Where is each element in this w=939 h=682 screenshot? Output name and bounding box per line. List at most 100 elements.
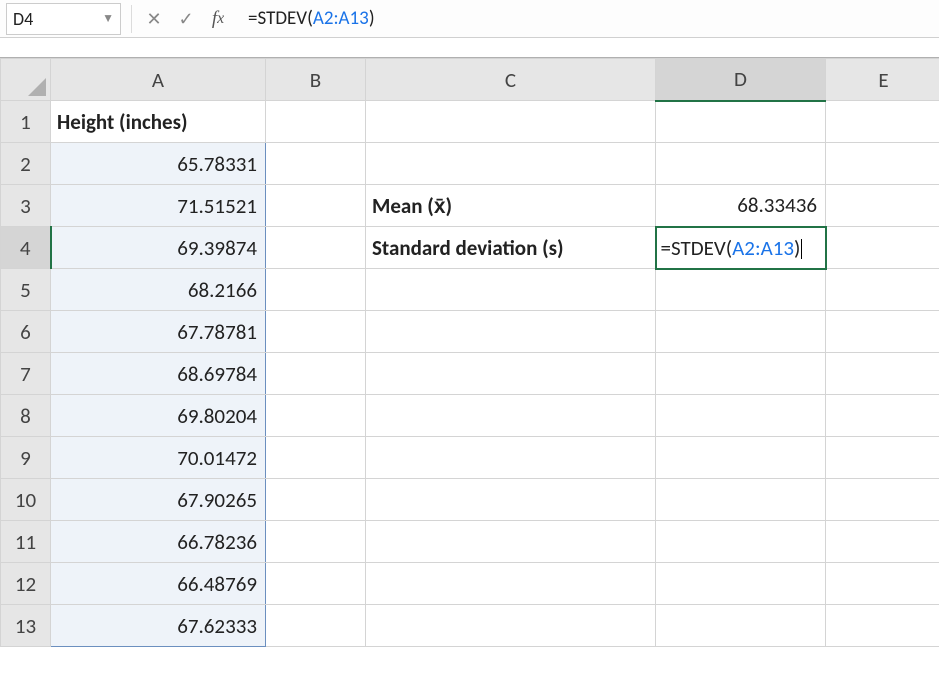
row-header-3[interactable]: 3 bbox=[1, 185, 51, 227]
cell-C11[interactable] bbox=[366, 521, 656, 563]
formula-text-prefix: =STDEV( bbox=[248, 7, 313, 30]
row-header-10[interactable]: 10 bbox=[1, 479, 51, 521]
cell-A9[interactable]: 70.01472 bbox=[51, 437, 266, 479]
cell-B10[interactable] bbox=[266, 479, 366, 521]
cell-D10[interactable] bbox=[656, 479, 826, 521]
col-header-D[interactable]: D bbox=[656, 59, 826, 101]
cell-D9[interactable] bbox=[656, 437, 826, 479]
name-box[interactable]: D4 ▼ bbox=[6, 3, 121, 35]
text-caret bbox=[801, 239, 802, 259]
d4-ref: A2:A13 bbox=[732, 235, 794, 261]
row-header-5[interactable]: 5 bbox=[1, 269, 51, 311]
cell-E1[interactable] bbox=[826, 101, 939, 143]
row-header-4[interactable]: 4 bbox=[1, 227, 51, 269]
cell-B8[interactable] bbox=[266, 395, 366, 437]
cell-A1[interactable]: Height (inches) bbox=[51, 101, 266, 143]
dropdown-arrow-icon[interactable]: ▼ bbox=[102, 11, 114, 26]
cell-E2[interactable] bbox=[826, 143, 939, 185]
cell-E12[interactable] bbox=[826, 563, 939, 605]
cell-B11[interactable] bbox=[266, 521, 366, 563]
cell-C3[interactable]: Mean (x̄) bbox=[366, 185, 656, 227]
cell-A3[interactable]: 71.51521 bbox=[51, 185, 266, 227]
formula-bar: D4 ▼ ✕ ✓ fx =STDEV(A2:A13) bbox=[0, 0, 939, 38]
cell-D7[interactable] bbox=[656, 353, 826, 395]
cancel-icon[interactable]: ✕ bbox=[138, 3, 170, 35]
cell-A13[interactable]: 67.62333 bbox=[51, 605, 266, 647]
spacer bbox=[0, 38, 939, 58]
cell-E7[interactable] bbox=[826, 353, 939, 395]
cell-D12[interactable] bbox=[656, 563, 826, 605]
cell-A8[interactable]: 69.80204 bbox=[51, 395, 266, 437]
cell-E8[interactable] bbox=[826, 395, 939, 437]
cell-E3[interactable] bbox=[826, 185, 939, 227]
cell-E6[interactable] bbox=[826, 311, 939, 353]
cell-A5[interactable]: 68.2166 bbox=[51, 269, 266, 311]
cell-B13[interactable] bbox=[266, 605, 366, 647]
cell-D6[interactable] bbox=[656, 311, 826, 353]
cell-D4[interactable]: =STDEV(A2:A13) bbox=[656, 227, 826, 269]
cell-D5[interactable] bbox=[656, 269, 826, 311]
cell-D1[interactable] bbox=[656, 101, 826, 143]
col-header-A[interactable]: A bbox=[51, 59, 266, 101]
col-header-B[interactable]: B bbox=[266, 59, 366, 101]
cell-A11[interactable]: 66.78236 bbox=[51, 521, 266, 563]
row-header-9[interactable]: 9 bbox=[1, 437, 51, 479]
formula-input[interactable]: =STDEV(A2:A13) bbox=[242, 3, 939, 35]
cell-C7[interactable] bbox=[366, 353, 656, 395]
cell-B7[interactable] bbox=[266, 353, 366, 395]
col-header-E[interactable]: E bbox=[826, 59, 939, 101]
row-header-6[interactable]: 6 bbox=[1, 311, 51, 353]
cell-E10[interactable] bbox=[826, 479, 939, 521]
col-header-C[interactable]: C bbox=[366, 59, 656, 101]
cell-C6[interactable] bbox=[366, 311, 656, 353]
row-header-13[interactable]: 13 bbox=[1, 605, 51, 647]
cell-B9[interactable] bbox=[266, 437, 366, 479]
cell-A12[interactable]: 66.48769 bbox=[51, 563, 266, 605]
cell-C4[interactable]: Standard deviation (s) bbox=[366, 227, 656, 269]
cell-C13[interactable] bbox=[366, 605, 656, 647]
cell-B4[interactable] bbox=[266, 227, 366, 269]
row-header-2[interactable]: 2 bbox=[1, 143, 51, 185]
cell-C9[interactable] bbox=[366, 437, 656, 479]
cell-B3[interactable] bbox=[266, 185, 366, 227]
cell-C12[interactable] bbox=[366, 563, 656, 605]
fx-icon[interactable]: fx bbox=[202, 3, 234, 35]
divider bbox=[131, 5, 132, 33]
cell-B12[interactable] bbox=[266, 563, 366, 605]
cell-D2[interactable] bbox=[656, 143, 826, 185]
cell-B6[interactable] bbox=[266, 311, 366, 353]
cell-D11[interactable] bbox=[656, 521, 826, 563]
cell-E9[interactable] bbox=[826, 437, 939, 479]
row-header-8[interactable]: 8 bbox=[1, 395, 51, 437]
d4-suffix: ) bbox=[794, 235, 800, 261]
enter-icon[interactable]: ✓ bbox=[170, 3, 202, 35]
cell-C5[interactable] bbox=[366, 269, 656, 311]
row-header-1[interactable]: 1 bbox=[1, 101, 51, 143]
cell-E4[interactable] bbox=[826, 227, 939, 269]
cell-E5[interactable] bbox=[826, 269, 939, 311]
cell-E11[interactable] bbox=[826, 521, 939, 563]
cell-D13[interactable] bbox=[656, 605, 826, 647]
d4-prefix: =STDEV( bbox=[661, 235, 733, 261]
spreadsheet-grid: A B C D E 1 Height (inches) 2 65.78331 3… bbox=[0, 58, 939, 647]
cell-B5[interactable] bbox=[266, 269, 366, 311]
cell-B1[interactable] bbox=[266, 101, 366, 143]
cell-E13[interactable] bbox=[826, 605, 939, 647]
cell-D8[interactable] bbox=[656, 395, 826, 437]
cell-C10[interactable] bbox=[366, 479, 656, 521]
cell-A7[interactable]: 68.69784 bbox=[51, 353, 266, 395]
select-all-corner[interactable] bbox=[1, 59, 51, 101]
cell-C8[interactable] bbox=[366, 395, 656, 437]
cell-C1[interactable] bbox=[366, 101, 656, 143]
cell-D3[interactable]: 68.33436 bbox=[656, 185, 826, 227]
cell-A2[interactable]: 65.78331 bbox=[51, 143, 266, 185]
cell-A10[interactable]: 67.90265 bbox=[51, 479, 266, 521]
cell-C2[interactable] bbox=[366, 143, 656, 185]
cell-A6[interactable]: 67.78781 bbox=[51, 311, 266, 353]
formula-text-suffix: ) bbox=[369, 7, 375, 30]
row-header-11[interactable]: 11 bbox=[1, 521, 51, 563]
cell-B2[interactable] bbox=[266, 143, 366, 185]
row-header-12[interactable]: 12 bbox=[1, 563, 51, 605]
row-header-7[interactable]: 7 bbox=[1, 353, 51, 395]
cell-A4[interactable]: 69.39874 bbox=[51, 227, 266, 269]
